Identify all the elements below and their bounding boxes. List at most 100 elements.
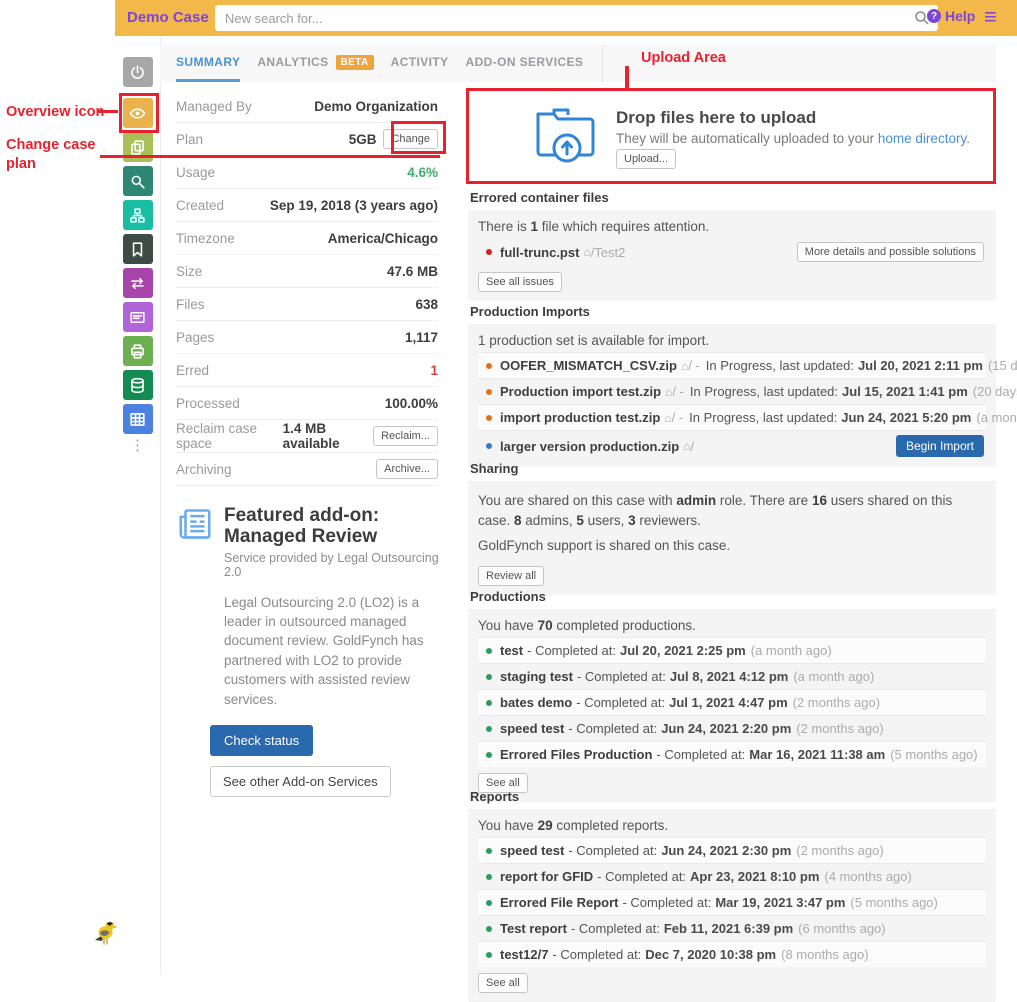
status-dot [486, 874, 492, 880]
section-heading: Reports [470, 789, 996, 804]
see-addon-services-button[interactable]: See other Add-on Services [210, 766, 391, 797]
production-row: test - Completed at: Jul 20, 2021 2:25 p… [478, 637, 986, 663]
status-dot [486, 952, 492, 958]
goldfynch-bird-logo [92, 919, 118, 949]
main-content: SUMMARY ANALYTICS BETA ACTIVITY ADD-ON S… [160, 36, 1017, 975]
status-dot [486, 648, 492, 654]
search-case-icon[interactable] [123, 166, 153, 196]
import-row: OOFER_MISMATCH_CSV.zip ⌂ / - In Progress… [478, 352, 986, 378]
reclaim-button[interactable]: Reclaim... [373, 426, 438, 446]
imports-intro: 1 production set is available for import… [478, 330, 986, 352]
menu-icon[interactable]: ≡ [984, 4, 997, 30]
newspaper-icon [176, 505, 214, 579]
bookmark-icon[interactable] [123, 234, 153, 264]
report-row: speed test - Completed at: Jun 24, 2021 … [478, 837, 986, 863]
annotation-overview-label: Overview icon [6, 103, 104, 122]
home-icon: ⌂ [583, 245, 590, 259]
errored-files-section: Errored container files There is 1 file … [468, 190, 996, 301]
help-button[interactable]: ? Help [927, 8, 975, 24]
home-icon: ⌂ [665, 385, 672, 399]
production-imports-section: Production Imports 1 production set is a… [468, 304, 996, 467]
production-row: Errored Files Production - Completed at:… [478, 741, 986, 767]
errored-intro: There is 1 file which requires attention… [478, 216, 986, 238]
sharing-section: Sharing You are shared on this case with… [468, 461, 996, 595]
tab-activity[interactable]: ACTIVITY [391, 45, 449, 82]
status-dot [486, 900, 492, 906]
status-dot [486, 674, 492, 680]
featured-subtitle: Service provided by Legal Outsourcing 2.… [224, 551, 442, 579]
print-icon[interactable] [123, 336, 153, 366]
eye-icon[interactable] [123, 98, 153, 128]
production-row: bates demo - Completed at: Jul 1, 2021 4… [478, 689, 986, 715]
status-dot [486, 415, 492, 421]
tab-bar: SUMMARY ANALYTICS BETA ACTIVITY ADD-ON S… [160, 45, 996, 82]
review-cards-icon[interactable] [123, 302, 153, 332]
productions-section: Productions You have 70 completed produc… [468, 589, 996, 802]
beta-badge: BETA [336, 55, 374, 70]
section-heading: Errored container files [470, 190, 996, 205]
right-column: Drop files here to upload They will be a… [468, 90, 996, 975]
upload-dropzone[interactable]: Drop files here to upload They will be a… [468, 90, 996, 183]
search-box[interactable] [215, 5, 938, 31]
status-dot [486, 363, 492, 369]
more-options-icon[interactable]: ⋮ [115, 442, 160, 450]
annotation-change-plan-label: Change case plan [6, 136, 102, 174]
report-row: test12/7 - Completed at: Dec 7, 2020 10:… [478, 941, 986, 967]
section-heading: Production Imports [470, 304, 996, 319]
reports-section: Reports You have 29 completed reports. s… [468, 789, 996, 1002]
see-all-reports-button[interactable]: See all [478, 973, 528, 993]
folder-upload-icon [532, 100, 602, 166]
copy-icon[interactable] [123, 132, 153, 162]
summary-row: Managed By Demo Organization [176, 90, 438, 123]
section-heading: Sharing [470, 461, 996, 476]
upload-subtitle: They will be automatically uploaded to y… [616, 131, 970, 146]
reports-intro: You have 29 completed reports. [478, 815, 986, 837]
status-dot [486, 726, 492, 732]
upload-button[interactable]: Upload... [616, 149, 676, 169]
transfer-icon[interactable] [123, 268, 153, 298]
home-icon: ⌂ [664, 411, 671, 425]
status-dot [486, 752, 492, 758]
report-row: Errored File Report - Completed at: Mar … [478, 889, 986, 915]
more-details-button[interactable]: More details and possible solutions [797, 242, 984, 262]
database-icon[interactable] [123, 370, 153, 400]
production-row: staging test - Completed at: Jul 8, 2021… [478, 663, 986, 689]
report-row: report for GFID - Completed at: Apr 23, … [478, 863, 986, 889]
top-bar: Demo Case ? Help ≡ [115, 0, 1017, 36]
change-plan-button[interactable]: Change [383, 129, 438, 149]
archive-button[interactable]: Archive... [376, 459, 438, 479]
summary-row: Created Sep 19, 2018 (3 years ago) [176, 189, 438, 222]
sitemap-icon[interactable] [123, 200, 153, 230]
production-row: speed test - Completed at: Jun 24, 2021 … [478, 715, 986, 741]
upload-title: Drop files here to upload [616, 108, 816, 128]
summary-row: Timezone America/Chicago [176, 222, 438, 255]
search-input[interactable] [223, 10, 914, 27]
tab-analytics[interactable]: ANALYTICS BETA [257, 45, 373, 82]
home-icon: ⌂ [681, 359, 688, 373]
status-dot [486, 926, 492, 932]
tab-addon-services[interactable]: ADD-ON SERVICES [466, 45, 584, 82]
import-row: larger version production.zip ⌂ / Begin … [478, 430, 986, 461]
status-dot [486, 249, 492, 255]
power-icon[interactable] [123, 57, 153, 87]
tab-divider [602, 45, 603, 82]
featured-addon-card: Featured add-on: Managed Review Service … [176, 505, 442, 797]
summary-row: Files 638 [176, 288, 438, 321]
tab-summary[interactable]: SUMMARY [176, 45, 240, 82]
import-row: import production test.zip ⌂ / - In Prog… [478, 404, 986, 430]
see-all-issues-button[interactable]: See all issues [478, 272, 562, 292]
home-directory-link[interactable]: home directory [878, 131, 966, 146]
report-row: Test report - Completed at: Feb 11, 2021… [478, 915, 986, 941]
summary-row: Archiving Archive... [176, 453, 438, 486]
home-icon: ⌂ [683, 439, 690, 453]
sharing-summary: You are shared on this case with admin r… [478, 491, 986, 532]
status-dot [486, 443, 492, 449]
productions-intro: You have 70 completed productions. [478, 615, 986, 637]
check-status-button[interactable]: Check status [210, 725, 313, 756]
begin-import-button[interactable]: Begin Import [896, 435, 984, 457]
section-heading: Productions [470, 589, 996, 604]
review-all-button[interactable]: Review all [478, 566, 544, 586]
summary-row: Processed 100.00% [176, 387, 438, 420]
summary-row: Erred 1 [176, 354, 438, 387]
table-icon[interactable] [123, 404, 153, 434]
